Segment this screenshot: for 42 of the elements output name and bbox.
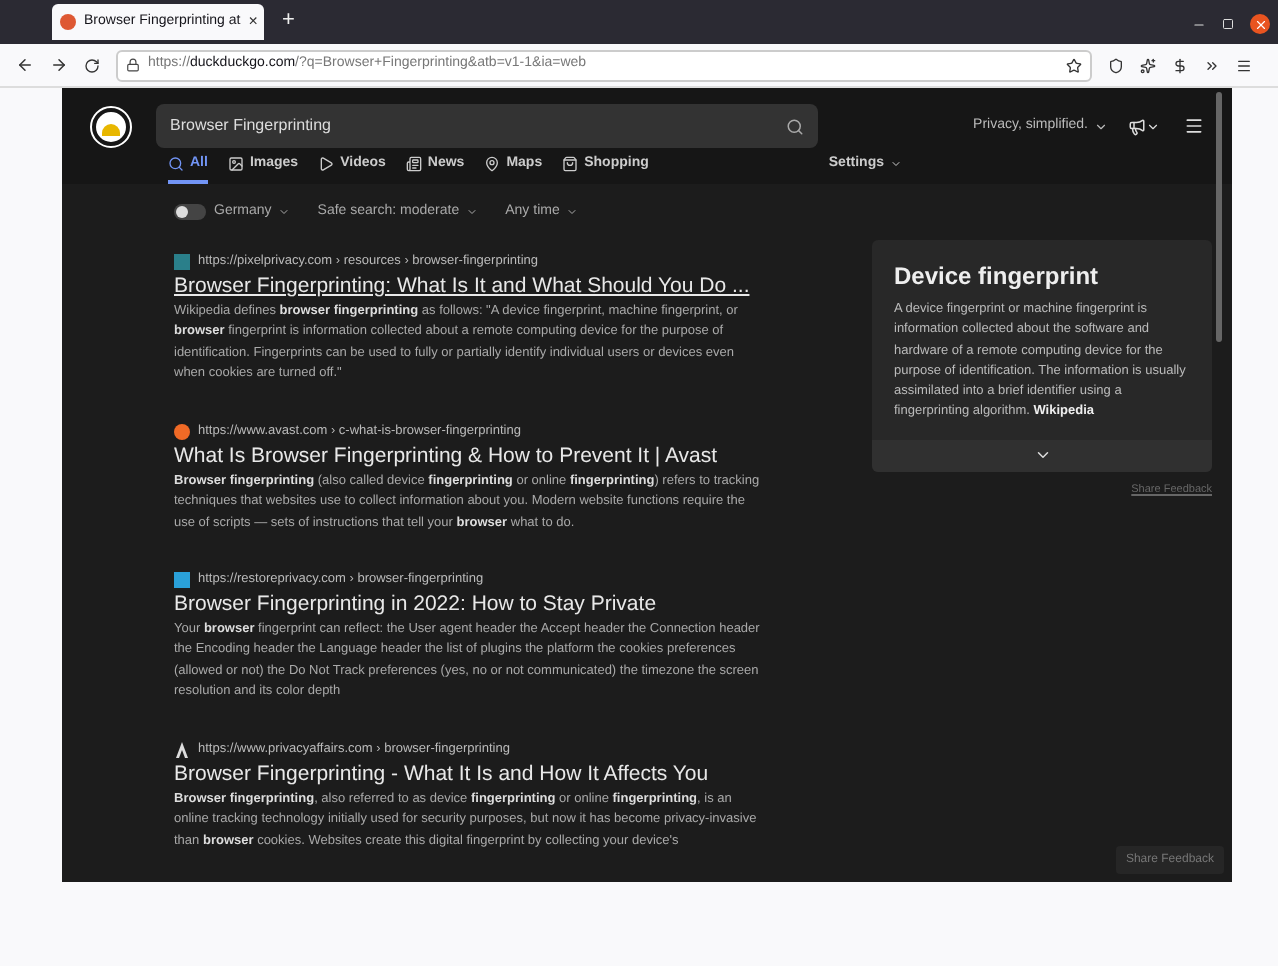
region-toggle[interactable] [174,204,206,220]
site-favicon-icon [174,423,190,440]
image-icon [227,155,244,172]
close-window-button[interactable] [1250,14,1270,34]
bookmark-star-icon[interactable] [1066,57,1082,73]
lock-icon [126,58,140,72]
shield-icon[interactable] [1108,57,1124,73]
shopping-bag-icon [562,155,579,172]
chevron-down-icon [890,157,903,170]
chevron-down-icon [565,206,578,218]
tab-close-button[interactable]: × [248,10,258,34]
overflow-icon[interactable] [1204,57,1220,73]
forward-icon[interactable] [50,56,68,74]
menu-icon[interactable] [1184,116,1204,136]
new-tab-button[interactable]: + [282,3,295,36]
chevron-down-icon [1094,119,1108,133]
result-title[interactable]: Browser Fingerprinting: What Is It and What Should You Do ... [174,271,762,302]
result-title[interactable]: Browser Fingerprinting - What It Is and How It Affects You [174,759,762,789]
site-favicon-icon [174,741,190,758]
maximize-icon[interactable] [1222,18,1234,30]
reload-icon[interactable] [84,57,100,73]
map-pin-icon [484,155,501,172]
duck-favicon-icon [60,14,76,30]
duck-logo-icon[interactable] [92,107,130,145]
result-title[interactable]: Browser Fingerprinting in 2022: How to Stay Private [174,589,762,620]
back-icon[interactable] [16,56,34,74]
result-title[interactable]: What Is Browser Fingerprinting & How to Prevent It | Avast [174,441,762,471]
play-icon [318,155,335,172]
newspaper-icon [405,155,422,172]
chevron-down-icon [465,206,478,218]
chevron-down-icon [277,206,290,218]
site-favicon-icon [174,571,190,588]
menu-icon[interactable] [1236,57,1252,73]
close-icon [1253,17,1267,31]
search-icon[interactable] [786,117,804,135]
megaphone-icon[interactable] [1128,117,1160,135]
sparkle-icon[interactable] [1140,57,1156,73]
site-favicon-icon [174,253,190,270]
infobox-title: Device fingerprint [892,260,1101,294]
search-field[interactable]: Browser Fingerprinting [156,104,818,148]
dollar-icon[interactable] [1172,57,1188,73]
search-icon [168,155,184,172]
